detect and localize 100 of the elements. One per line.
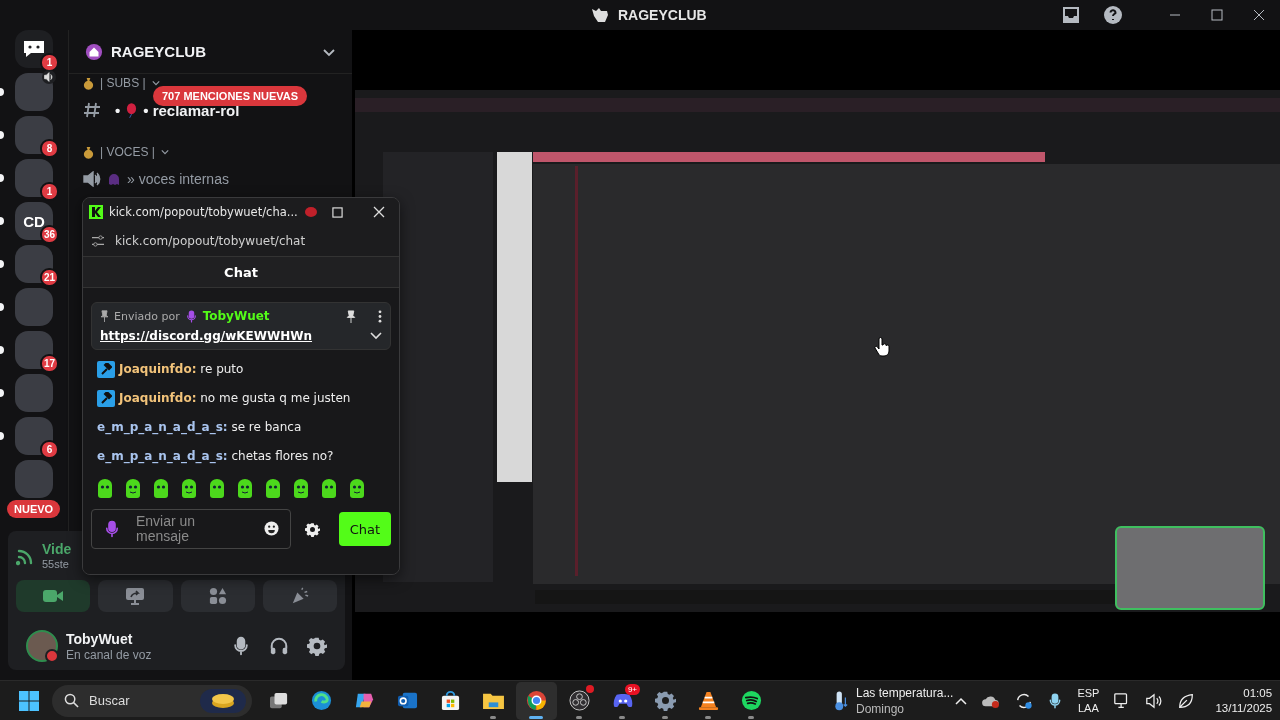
chevron-down-icon[interactable] xyxy=(151,79,160,87)
taskbar-button[interactable]: 9+ xyxy=(602,681,643,720)
emote-icon[interactable] xyxy=(179,479,199,499)
chat-bubble-icon xyxy=(22,39,46,59)
chat-message: e_m_p_a_n_a_d_a_s: se re banca xyxy=(97,420,302,434)
emote-icon[interactable] xyxy=(263,479,283,499)
notification-badge: 1 xyxy=(40,182,59,201)
server-icon[interactable] xyxy=(15,73,53,111)
clock-date[interactable]: 13/11/2025 xyxy=(1215,702,1273,714)
chevron-up-icon[interactable] xyxy=(955,696,968,705)
search-icon xyxy=(64,693,79,708)
server-icon[interactable] xyxy=(15,116,53,154)
invite-link[interactable]: https://discord.gg/wKEWWHWn xyxy=(100,329,313,343)
folder-icon xyxy=(482,691,505,710)
mail-icon xyxy=(397,690,418,711)
popup-title: kick.com/popout/tobywuet/cha... xyxy=(109,205,298,219)
widget-title[interactable]: Las temperatura... xyxy=(856,685,954,700)
server-icon[interactable] xyxy=(15,331,53,369)
direct-messages-button[interactable] xyxy=(15,30,53,68)
channel-decoration: • xyxy=(115,101,121,119)
speaker-icon xyxy=(83,171,101,187)
house-icon xyxy=(85,42,103,61)
emote-icon[interactable] xyxy=(291,479,311,499)
balloon-icon xyxy=(303,206,318,218)
volume-icon[interactable] xyxy=(1145,691,1164,710)
send-button[interactable]: Chat xyxy=(339,512,391,546)
message-input[interactable]: Enviar un mensaje xyxy=(91,509,291,549)
sync-icon[interactable] xyxy=(1015,691,1034,710)
emote-icon[interactable] xyxy=(151,479,171,499)
shapes-icon xyxy=(208,587,227,605)
windows-overlap-icon xyxy=(268,691,289,710)
voice-action-button[interactable] xyxy=(16,580,91,612)
close-icon[interactable] xyxy=(373,206,385,218)
aperture-icon xyxy=(569,690,590,711)
start-icon[interactable] xyxy=(18,689,40,712)
voice-action-button[interactable] xyxy=(98,580,173,612)
pinned-author: TobyWuet xyxy=(202,309,270,323)
category-label[interactable]: | SUBS | xyxy=(100,76,146,90)
emote-icon[interactable] xyxy=(95,479,115,499)
server-icon[interactable] xyxy=(15,417,53,455)
coins-drawing xyxy=(200,688,246,713)
sound-waves-icon xyxy=(741,690,762,711)
bag-icon xyxy=(83,145,94,159)
shopping-bag-icon xyxy=(440,690,461,711)
inbox-icon[interactable] xyxy=(1061,5,1082,25)
username: TobyWuet xyxy=(66,630,134,647)
chat-message: Joaquinfdo: re puto xyxy=(119,362,244,376)
headphones-icon[interactable] xyxy=(269,636,289,656)
clock-time[interactable]: 01:05 xyxy=(1243,687,1273,699)
balloon-icon xyxy=(126,102,138,118)
voice-action-button[interactable] xyxy=(180,580,255,612)
more-icon[interactable] xyxy=(378,309,382,323)
leaf-icon[interactable] xyxy=(1177,691,1196,710)
search-field[interactable]: Buscar xyxy=(52,684,252,717)
emote-icon[interactable] xyxy=(207,479,227,499)
screen-share-icon xyxy=(125,587,146,605)
pin-icon xyxy=(100,310,109,322)
party-popper-icon xyxy=(290,587,309,605)
maximize-icon[interactable] xyxy=(332,206,343,218)
server-icon[interactable] xyxy=(15,245,53,283)
tune-icon[interactable] xyxy=(91,235,105,247)
logo-icon xyxy=(590,6,610,24)
status-dot xyxy=(45,649,59,663)
chevron-down-icon[interactable] xyxy=(160,148,169,156)
window-title: RAGEYCLUB xyxy=(618,7,707,23)
emote-icon[interactable] xyxy=(347,479,367,499)
maximize-icon[interactable] xyxy=(1211,9,1224,21)
voice-action-button[interactable] xyxy=(262,580,337,612)
settings-icon[interactable] xyxy=(305,521,320,537)
hash-icon xyxy=(83,101,101,119)
notification-badge: 6 xyxy=(40,440,59,459)
pin-icon[interactable] xyxy=(346,309,356,323)
avatar[interactable] xyxy=(26,630,58,662)
notification-badge: 9+ xyxy=(624,683,640,695)
game-controller-icon xyxy=(611,691,634,710)
notification-badge: 8 xyxy=(40,139,59,158)
close-icon[interactable] xyxy=(1253,9,1266,21)
swirl-circle-icon xyxy=(311,690,332,711)
pinned-label: Enviado por xyxy=(114,309,180,323)
chat-message: Joaquinfdo: no me gusta q me justen xyxy=(119,391,351,405)
thermometer-icon xyxy=(834,689,848,712)
emote-icon[interactable] xyxy=(235,479,255,499)
taskbar-button[interactable] xyxy=(516,681,557,720)
server-name[interactable]: RAGEYCLUB xyxy=(111,43,206,60)
user-status: En canal de voz xyxy=(66,647,152,662)
emote-icon[interactable] xyxy=(319,479,339,499)
ghost-icon xyxy=(107,172,121,186)
cone-icon xyxy=(698,690,719,711)
category-label[interactable]: | VOCES | xyxy=(100,145,155,159)
help-icon[interactable] xyxy=(1103,5,1124,25)
language-indicator[interactable]: ESP xyxy=(1077,687,1100,699)
notification-badge: 1 xyxy=(40,53,59,72)
microphone-icon[interactable] xyxy=(231,636,251,656)
settings-icon[interactable] xyxy=(307,636,327,656)
gear-icon[interactable] xyxy=(655,690,676,711)
chat-message: e_m_p_a_n_a_d_a_s: chetas flores no? xyxy=(97,449,334,463)
emoji-icon[interactable] xyxy=(264,521,279,536)
emote-icon[interactable] xyxy=(123,479,143,499)
channel-name[interactable]: » voces internas xyxy=(127,171,229,187)
mentions-pill[interactable]: 707 MENCIONES NUEVAS xyxy=(153,86,308,106)
